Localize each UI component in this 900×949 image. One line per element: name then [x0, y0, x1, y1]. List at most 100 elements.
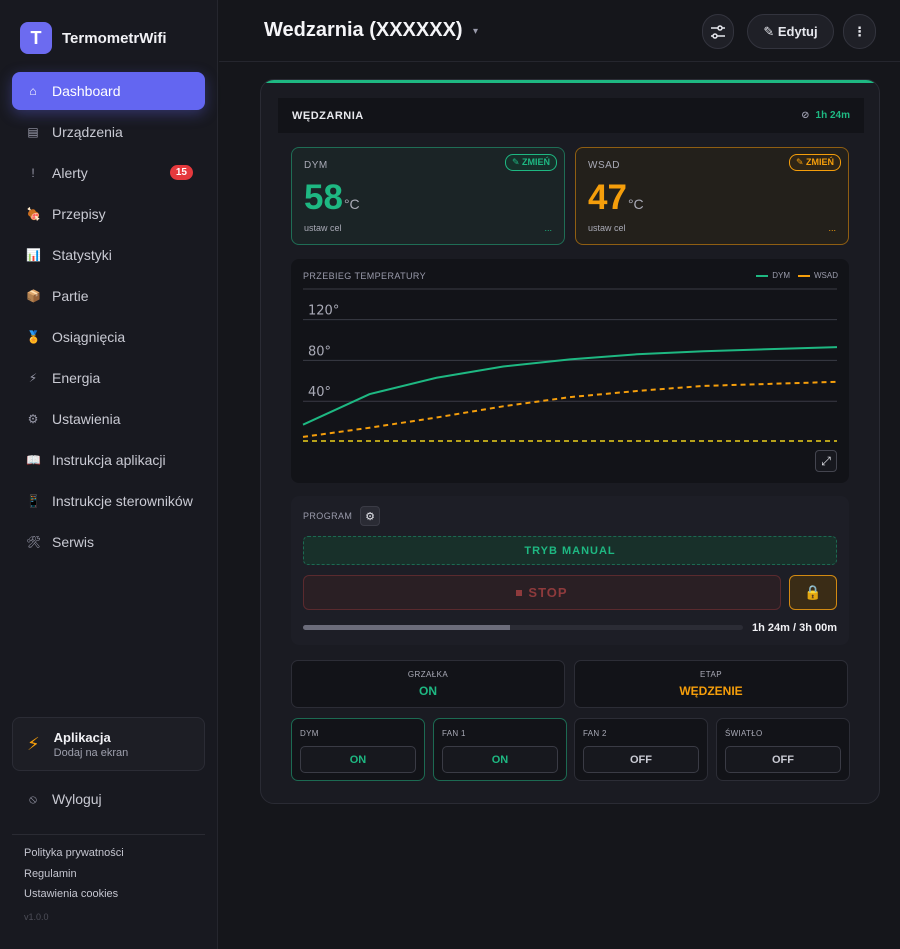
more-options-button[interactable]: ⋮: [843, 14, 876, 49]
program-settings-button[interactable]: ⚙: [360, 506, 380, 526]
runtime-value: 1h 24m: [815, 110, 850, 121]
sidebar-item-label: Instrukcja aplikacji: [52, 452, 166, 468]
terms-link[interactable]: Regulamin: [24, 868, 124, 889]
install-app-title: Aplikacja: [53, 729, 111, 745]
sidebar-item-statistics[interactable]: 📊 Statystyki: [12, 236, 205, 274]
sidebar-item-label: Osiągnięcia: [52, 329, 126, 345]
brand[interactable]: T TermometrWifi: [20, 22, 167, 54]
sidebar-item-energy[interactable]: ⚡ Energia: [12, 359, 205, 397]
page-title[interactable]: Wedzarnia (XXXXXX): [264, 19, 463, 42]
light-switch: ŚWIATŁO OFF: [716, 718, 850, 781]
meat-icon: 🍖: [26, 207, 41, 221]
lightning-icon: ⚡: [27, 733, 40, 754]
app-name: TermometrWifi: [62, 29, 167, 47]
sidebar-item-recipes[interactable]: 🍖 Przepisy: [12, 195, 205, 233]
product-change-button[interactable]: ✎ ZMIEŃ: [788, 154, 841, 171]
device-card: WĘDZARNIA ⊘ 1h 24m DYM ✎ ZMIEŃ 58°C ustaw…: [260, 79, 880, 804]
logout-button[interactable]: ⦸ Wyloguj: [12, 780, 205, 818]
product-set-target[interactable]: ustaw cel: [588, 223, 626, 233]
sidebar-item-achievements[interactable]: 🏅 Osiągnięcia: [12, 318, 205, 356]
legend-label-wsad: WSAD: [814, 271, 838, 280]
y-tick-label: 40°: [308, 385, 331, 400]
product-target-value: ...: [828, 223, 836, 233]
sidebar-item-label: Urządzenia: [52, 124, 123, 140]
manual-mode-indicator[interactable]: TRYB MANUAL: [303, 536, 837, 565]
series-line-dym: [302, 346, 838, 426]
logout-icon: ⦸: [29, 791, 37, 806]
smoke-temp-value: 58°C: [304, 178, 360, 218]
smoke-target-value: ...: [544, 223, 552, 233]
stop-button[interactable]: STOP: [303, 575, 781, 610]
fan1-toggle-button[interactable]: ON: [442, 746, 558, 773]
gear-icon: ⚙: [27, 412, 39, 426]
edit-button[interactable]: ✎ Edytuj: [747, 14, 834, 49]
program-progress-fill: [303, 625, 510, 630]
footer-links: Polityka prywatności Regulamin Ustawieni…: [24, 847, 124, 909]
sidebar-item-label: Alerty: [52, 165, 88, 181]
lock-icon: 🔒: [804, 584, 822, 600]
switch-label: DYM: [300, 729, 319, 738]
gear-icon: ⚙: [365, 510, 375, 523]
light-toggle-button[interactable]: OFF: [725, 746, 841, 773]
legend-swatch-dym: [756, 274, 769, 277]
sidebar-item-app-guide[interactable]: 📖 Instrukcja aplikacji: [12, 441, 205, 479]
sidebar-item-batches[interactable]: 📦 Partie: [12, 277, 205, 315]
sidebar-item-label: Ustawienia: [52, 411, 121, 427]
privacy-policy-link[interactable]: Polityka prywatności: [24, 847, 124, 868]
fan2-switch: FAN 2 OFF: [574, 718, 708, 781]
product-temp-unit: °C: [627, 196, 644, 212]
app-version: v1.0.0: [24, 912, 49, 922]
filters-button[interactable]: [702, 14, 734, 49]
smoke-switch: DYM ON: [291, 718, 425, 781]
legend-swatch-wsad: [798, 274, 810, 277]
install-app-subtitle: Dodaj na ekran: [53, 746, 129, 759]
device-header: WĘDZARNIA ⊘ 1h 24m: [278, 98, 864, 133]
expand-icon: ⤢: [821, 453, 831, 468]
bar-chart-icon: 📊: [26, 248, 41, 262]
chevron-down-icon[interactable]: ▾: [473, 26, 478, 37]
smoke-change-button[interactable]: ✎ ZMIEŃ: [504, 154, 557, 171]
chart-expand-button[interactable]: ⤢: [815, 450, 837, 472]
legend-label-dym: DYM: [772, 271, 790, 280]
sidebar-item-devices[interactable]: ▤ Urządzenia: [12, 113, 205, 151]
sidebar-item-controller-guides[interactable]: 📱 Instrukcje sterowników: [12, 482, 205, 520]
device-name: WĘDZARNIA: [292, 109, 364, 122]
sidebar-item-label: Serwis: [52, 534, 95, 550]
stop-label: STOP: [528, 585, 568, 600]
fan2-toggle-button[interactable]: OFF: [583, 746, 699, 773]
alerts-count-badge: 15: [169, 165, 193, 180]
package-icon: 📦: [26, 289, 41, 303]
program-progress-text: 1h 24m / 3h 00m: [752, 622, 837, 634]
smoke-set-target[interactable]: ustaw cel: [304, 223, 342, 233]
wifi-off-icon: ⊘: [801, 110, 810, 121]
top-bar: Wedzarnia (XXXXXX) ▾ ✎ Edytuj ⋮: [219, 0, 900, 62]
switch-label: ŚWIATŁO: [725, 729, 763, 738]
install-app-card[interactable]: ⚡ Aplikacja Dodaj na ekran: [12, 717, 205, 771]
lightning-icon: ⚡: [28, 371, 38, 385]
product-temp-number: 47: [588, 178, 627, 217]
program-panel: PROGRAM ⚙ TRYB MANUAL STOP 🔒 1h 24m / 3h…: [291, 496, 849, 645]
tools-icon: 🛠: [26, 535, 42, 549]
program-label: PROGRAM: [303, 511, 353, 521]
cookie-settings-link[interactable]: Ustawienia cookies: [24, 888, 124, 909]
smoke-temp-number: 58: [304, 178, 343, 217]
app-logo-icon: T: [20, 22, 52, 54]
sidebar-item-alerts[interactable]: ! Alerty 15: [12, 154, 205, 192]
sidebar-item-dashboard[interactable]: ⌂ Dashboard: [12, 72, 205, 110]
phone-icon: 📱: [26, 494, 41, 508]
medal-icon: 🏅: [26, 330, 41, 344]
lock-button[interactable]: 🔒: [789, 575, 837, 610]
temperature-chart-svg: 120° 80° 40°: [302, 288, 838, 442]
smoke-temp-unit: °C: [343, 196, 360, 212]
switch-label: FAN 2: [583, 729, 607, 738]
sidebar-item-label: Dashboard: [52, 83, 121, 99]
stage-label: ETAP: [700, 670, 722, 679]
y-tick-label: 120°: [308, 304, 339, 319]
heater-label: GRZAŁKA: [407, 670, 449, 679]
sidebar-nav: ⌂ Dashboard ▤ Urządzenia ! Alerty 15 🍖 P…: [12, 72, 205, 564]
smoke-toggle-button[interactable]: ON: [300, 746, 416, 773]
sidebar-item-label: Instrukcje sterowników: [52, 493, 193, 509]
heater-value: ON: [419, 684, 437, 698]
sidebar-item-settings[interactable]: ⚙ Ustawienia: [12, 400, 205, 438]
sidebar-item-service[interactable]: 🛠 Serwis: [12, 523, 205, 561]
